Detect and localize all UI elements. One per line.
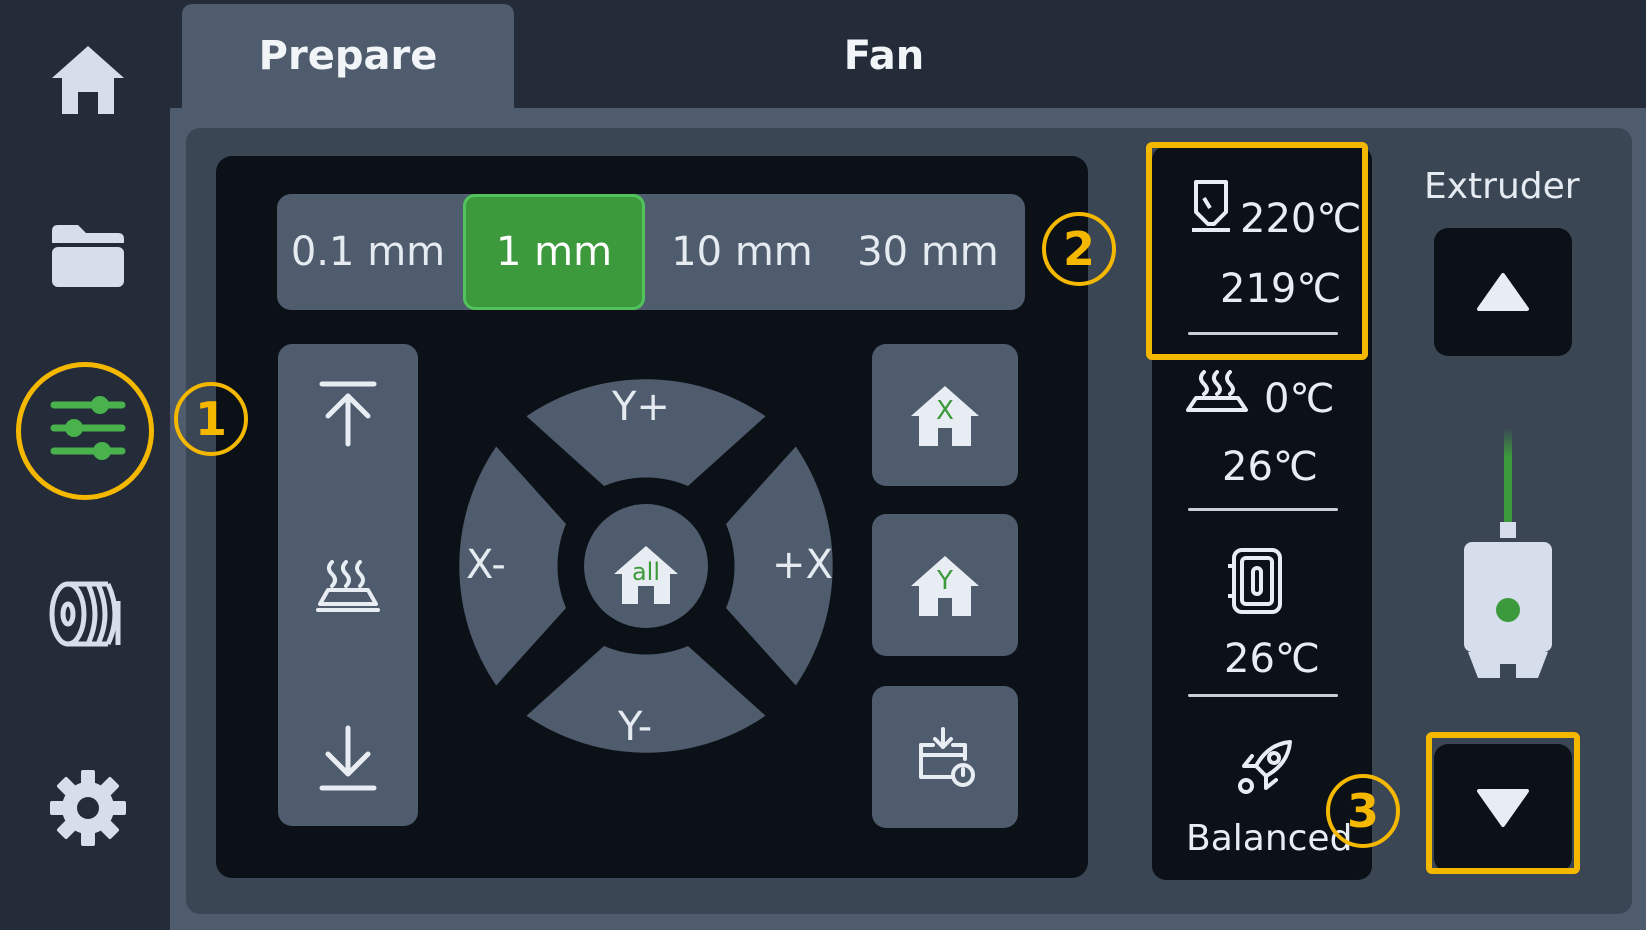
annotation-box-nozzle — [1146, 142, 1368, 360]
z-axis-column — [278, 344, 418, 826]
home-all-label: all — [631, 558, 661, 586]
chamber-icon — [1226, 546, 1288, 620]
extruder-graphic — [1460, 428, 1556, 688]
heated-bed-icon[interactable] — [314, 558, 382, 618]
chamber-current-temp: 26℃ — [1224, 636, 1320, 682]
annotation-2: 2 — [1042, 212, 1116, 286]
chamber-divider — [1188, 694, 1338, 697]
rocket-icon — [1234, 736, 1296, 802]
extruder-label: Extruder — [1424, 166, 1580, 207]
home-x-button[interactable]: X — [872, 344, 1018, 486]
annotation-ring-prepare — [16, 362, 154, 500]
y-minus-label: Y- — [618, 704, 653, 750]
z-down-icon[interactable] — [318, 724, 378, 798]
folder-icon[interactable] — [40, 208, 136, 304]
heated-bed-temp-icon — [1184, 370, 1250, 420]
x-plus-label: +X — [772, 542, 833, 588]
y-plus-label: Y+ — [612, 384, 670, 430]
home-y-icon: Y — [909, 552, 981, 618]
filament-spool-icon[interactable] — [40, 566, 136, 662]
bed-calibration-button[interactable] — [872, 686, 1018, 828]
home-x-label: X — [936, 396, 954, 426]
step-0-1mm[interactable]: 0.1 mm — [277, 194, 459, 310]
x-minus-label: X- — [466, 542, 506, 588]
home-y-button[interactable]: Y — [872, 514, 1018, 656]
step-size-selector: 0.1 mm 1 mm 10 mm 30 mm — [277, 194, 1025, 310]
annotation-1: 1 — [174, 382, 248, 456]
home-icon[interactable] — [40, 32, 136, 128]
z-up-icon[interactable] — [318, 378, 378, 452]
step-10mm[interactable]: 10 mm — [649, 194, 835, 310]
step-30mm[interactable]: 30 mm — [835, 194, 1021, 310]
step-1mm[interactable]: 1 mm — [463, 194, 645, 310]
bed-target-temp[interactable]: 0℃ — [1264, 376, 1334, 422]
tab-prepare[interactable]: Prepare — [182, 4, 514, 108]
gear-icon[interactable] — [40, 760, 136, 856]
tab-fan[interactable]: Fan — [714, 4, 1054, 108]
triangle-up-icon — [1477, 273, 1529, 311]
bed-calibration-icon — [919, 727, 975, 787]
home-x-icon: X — [909, 382, 981, 448]
home-all-icon: all — [612, 542, 680, 606]
extrude-up-button[interactable] — [1434, 228, 1572, 356]
home-y-label: Y — [937, 566, 953, 596]
annotation-box-extrude-down — [1426, 732, 1580, 874]
bed-current-temp: 26℃ — [1222, 444, 1318, 490]
bed-divider — [1188, 508, 1338, 511]
tab-bar: Prepare Fan — [170, 0, 1646, 108]
annotation-3: 3 — [1326, 774, 1400, 848]
